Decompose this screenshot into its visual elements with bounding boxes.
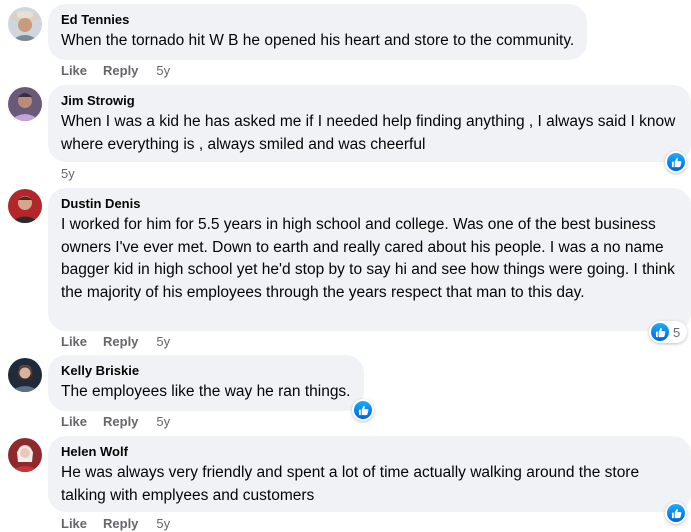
comment-actions: Like Reply 5y bbox=[61, 63, 170, 79]
comment-author[interactable]: Helen Wolf bbox=[61, 443, 678, 461]
thumbs-up-icon bbox=[667, 153, 685, 171]
comment-bubble: Kelly Briskie The employees like the way… bbox=[48, 355, 364, 411]
avatar[interactable] bbox=[8, 438, 42, 472]
reaction-badge[interactable]: 5 bbox=[649, 321, 688, 343]
comment-timestamp[interactable]: 5y bbox=[156, 516, 170, 532]
like-button[interactable]: Like bbox=[61, 334, 87, 350]
reply-button[interactable]: Reply bbox=[103, 414, 138, 430]
avatar[interactable] bbox=[8, 358, 42, 392]
thumbs-up-icon bbox=[354, 401, 372, 419]
avatar[interactable] bbox=[8, 87, 42, 121]
thumbs-up-icon bbox=[651, 323, 669, 341]
comment-bubble: Jim Strowig When I was a kid he has aske… bbox=[48, 85, 691, 162]
thumbs-up-icon bbox=[667, 504, 685, 522]
comment-timestamp[interactable]: 5y bbox=[61, 166, 75, 182]
avatar[interactable] bbox=[8, 7, 42, 41]
comment-text: When I was a kid he has asked me if I ne… bbox=[61, 113, 676, 153]
avatar[interactable] bbox=[8, 189, 42, 223]
comment-author[interactable]: Kelly Briskie bbox=[61, 362, 351, 380]
reaction-badge[interactable] bbox=[352, 399, 374, 421]
comment-text: When the tornado hit W B he opened his h… bbox=[61, 32, 575, 49]
comment-actions: 5y bbox=[61, 166, 75, 182]
comment-timestamp[interactable]: 5y bbox=[156, 414, 170, 430]
comment-author[interactable]: Ed Tennies bbox=[61, 11, 574, 29]
comment-timestamp[interactable]: 5y bbox=[156, 334, 170, 350]
comment-actions: Like Reply 5y bbox=[61, 516, 170, 532]
comment-text: He was always very friendly and spent a … bbox=[61, 464, 640, 504]
comment-bubble: Dustin Denis I worked for him for 5.5 ye… bbox=[48, 188, 691, 331]
reaction-count: 5 bbox=[673, 324, 681, 340]
comment-actions: Like Reply 5y bbox=[61, 414, 170, 430]
like-button[interactable]: Like bbox=[61, 516, 87, 532]
like-button[interactable]: Like bbox=[61, 63, 87, 79]
comment-author[interactable]: Dustin Denis bbox=[61, 195, 678, 213]
reply-button[interactable]: Reply bbox=[103, 516, 138, 532]
reaction-badge[interactable] bbox=[665, 502, 687, 524]
comment-text: I worked for him for 5.5 years in high s… bbox=[61, 216, 675, 301]
comment-bubble: Helen Wolf He was always very friendly a… bbox=[48, 436, 691, 512]
comment-text: The employees like the way he ran things… bbox=[61, 383, 351, 400]
reply-button[interactable]: Reply bbox=[103, 334, 138, 350]
like-button[interactable]: Like bbox=[61, 414, 87, 430]
reply-button[interactable]: Reply bbox=[103, 63, 138, 79]
reaction-badge[interactable] bbox=[665, 151, 687, 173]
comment-actions: Like Reply 5y bbox=[61, 334, 170, 350]
comment-author[interactable]: Jim Strowig bbox=[61, 92, 678, 110]
comment-bubble: Ed Tennies When the tornado hit W B he o… bbox=[48, 4, 588, 60]
comment-timestamp[interactable]: 5y bbox=[156, 63, 170, 79]
